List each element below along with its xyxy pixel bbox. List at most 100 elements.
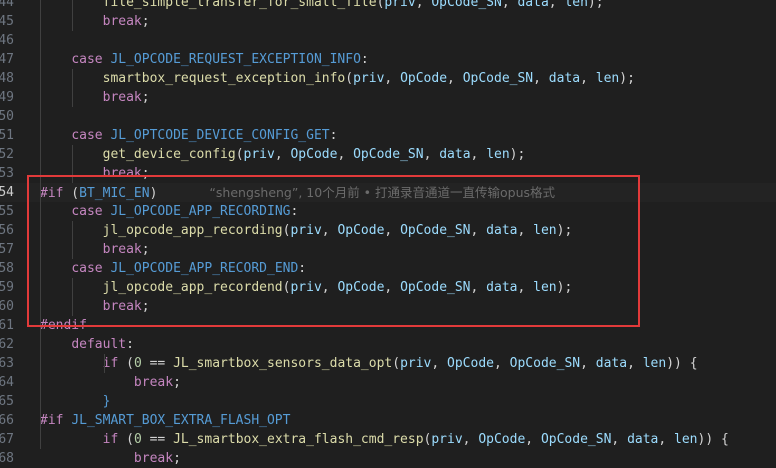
line-number: 61 [0,318,14,333]
code-token: len [595,71,620,86]
code-line[interactable]: 66 #if JL_SMART_BOX_EXTRA_FLASH_OPT [0,411,776,430]
code-token: , [658,432,675,447]
code-line[interactable]: 44 file_simple_transfer_for_small_file(p… [0,0,776,12]
code-token: case [71,128,103,143]
code-line[interactable]: 57 break; [0,240,776,259]
code-line[interactable]: 51 case JL_OPTCODE_DEVICE_CONFIG_GET: [0,126,776,145]
code-text[interactable]: smartbox_request_exception_info(priv, Op… [40,69,635,88]
code-text[interactable]: file_simple_transfer_for_small_file(priv… [40,0,604,12]
code-text[interactable]: break; [40,297,150,316]
code-line[interactable]: 61 #endif [0,316,776,335]
line-number: 68 [0,451,14,466]
code-line[interactable]: 58 case JL_OPCODE_APP_RECORD_END: [0,259,776,278]
code-line[interactable]: 48 smartbox_request_exception_info(priv,… [0,69,776,88]
code-token: , [611,432,628,447]
code-line[interactable]: 52 get_device_config(priv, OpCode, OpCod… [0,145,776,164]
code-text[interactable]: #if (BT_MIC_EN) “shengsheng”, 10个月前 • 打通录… [40,183,555,203]
code-line[interactable]: 54 #if (BT_MIC_EN) “shengsheng”, 10个月前 • 打… [0,183,776,202]
code-line[interactable]: 46 [0,31,776,50]
code-text[interactable]: break; [40,373,181,392]
code-token: OpCode [447,356,494,371]
code-token: , [470,280,487,295]
code-line[interactable]: 65 } [0,392,776,411]
code-line[interactable]: 67 if (0 == JL_smartbox_extra_flash_cmd_… [0,430,776,449]
code-text[interactable]: default: [40,335,134,354]
code-text[interactable]: case JL_OPCODE_REQUEST_EXCEPTION_INFO: [40,50,368,69]
code-token: ( [345,71,354,86]
code-line[interactable]: 50 [0,107,776,126]
code-text[interactable]: break; [40,12,150,31]
code-token: #if [40,413,64,428]
code-line[interactable]: 64 break; [0,373,776,392]
code-token: , [627,356,643,371]
code-token: : [290,204,299,219]
code-token: , [525,432,541,447]
code-token: , [548,0,565,10]
code-token: 0 [133,356,142,371]
code-token: , [517,280,534,295]
line-number: 54 [0,185,14,200]
code-token: OpCode_SN [462,71,534,86]
code-token: break [102,242,142,257]
code-token: : [298,261,307,276]
code-line[interactable]: 49 break; [0,88,776,107]
code-line[interactable]: 47 case JL_OPCODE_REQUEST_EXCEPTION_INFO… [0,50,776,69]
line-number: 53 [0,166,14,181]
code-token: OpCode [290,147,338,162]
code-token: ); [556,223,573,238]
code-token: data [486,280,518,295]
line-number: 51 [0,128,14,143]
code-text[interactable]: case JL_OPTCODE_DEVICE_CONFIG_GET: [40,126,337,145]
code-line[interactable]: 60 break; [0,297,776,316]
code-token: , [384,71,401,86]
code-text[interactable]: #if JL_SMART_BOX_EXTRA_FLASH_OPT [40,411,290,430]
code-token: len [674,432,698,447]
code-text[interactable]: case JL_OPCODE_APP_RECORDING: [40,202,298,221]
code-text[interactable]: } [40,392,111,411]
code-token: priv [400,356,432,371]
code-token: , [517,223,534,238]
code-text[interactable]: break; [40,240,150,259]
code-token: , [580,71,596,86]
line-number: 58 [0,261,14,276]
code-text[interactable]: break; [40,88,150,107]
code-token: #if [40,186,64,201]
indent-guide [72,221,73,259]
code-text[interactable]: jl_opcode_app_recordend(priv, OpCode, Op… [40,278,573,297]
code-editor[interactable]: 44 file_simple_transfer_for_small_file(p… [0,0,776,468]
code-line[interactable]: 53 break; [0,164,776,183]
code-token: ; [141,166,150,181]
code-token: priv [290,280,322,295]
code-line[interactable]: 62 default: [0,335,776,354]
code-token: ; [141,14,150,29]
code-token: == [141,432,174,447]
code-line[interactable]: 55 case JL_OPCODE_APP_RECORDING: [0,202,776,221]
code-token: OpCode_SN [509,356,581,371]
line-number: 50 [0,109,14,124]
code-token: data [595,356,628,371]
indent-guide [40,0,41,449]
code-token: ) [149,186,158,201]
code-token: break [102,90,142,105]
code-line[interactable]: 63 if (0 == JL_smartbox_sensors_data_opt… [0,354,776,373]
code-text[interactable]: #endif [40,316,87,335]
code-token: } [102,394,111,409]
code-line[interactable]: 68 break; [0,449,776,468]
code-text[interactable]: break; [40,449,181,468]
code-token: JL_smartbox_sensors_data_opt [173,356,393,371]
code-token: len [533,223,557,238]
code-text[interactable]: break; [40,164,150,183]
code-text[interactable]: if (0 == JL_smartbox_extra_flash_cmd_res… [40,430,729,449]
code-text[interactable]: if (0 == JL_smartbox_sensors_data_opt(pr… [40,354,698,373]
code-line[interactable]: 59 jl_opcode_app_recordend(priv, OpCode,… [0,278,776,297]
code-text[interactable]: jl_opcode_app_recording(priv, OpCode, Op… [40,221,573,240]
code-line[interactable]: 56 jl_opcode_app_recording(priv, OpCode,… [0,221,776,240]
code-line[interactable]: 45 break; [0,12,776,31]
code-text[interactable]: get_device_config(priv, OpCode, OpCode_S… [40,145,526,164]
code-token: , [447,71,463,86]
code-text[interactable]: case JL_OPCODE_APP_RECORD_END: [40,259,306,278]
